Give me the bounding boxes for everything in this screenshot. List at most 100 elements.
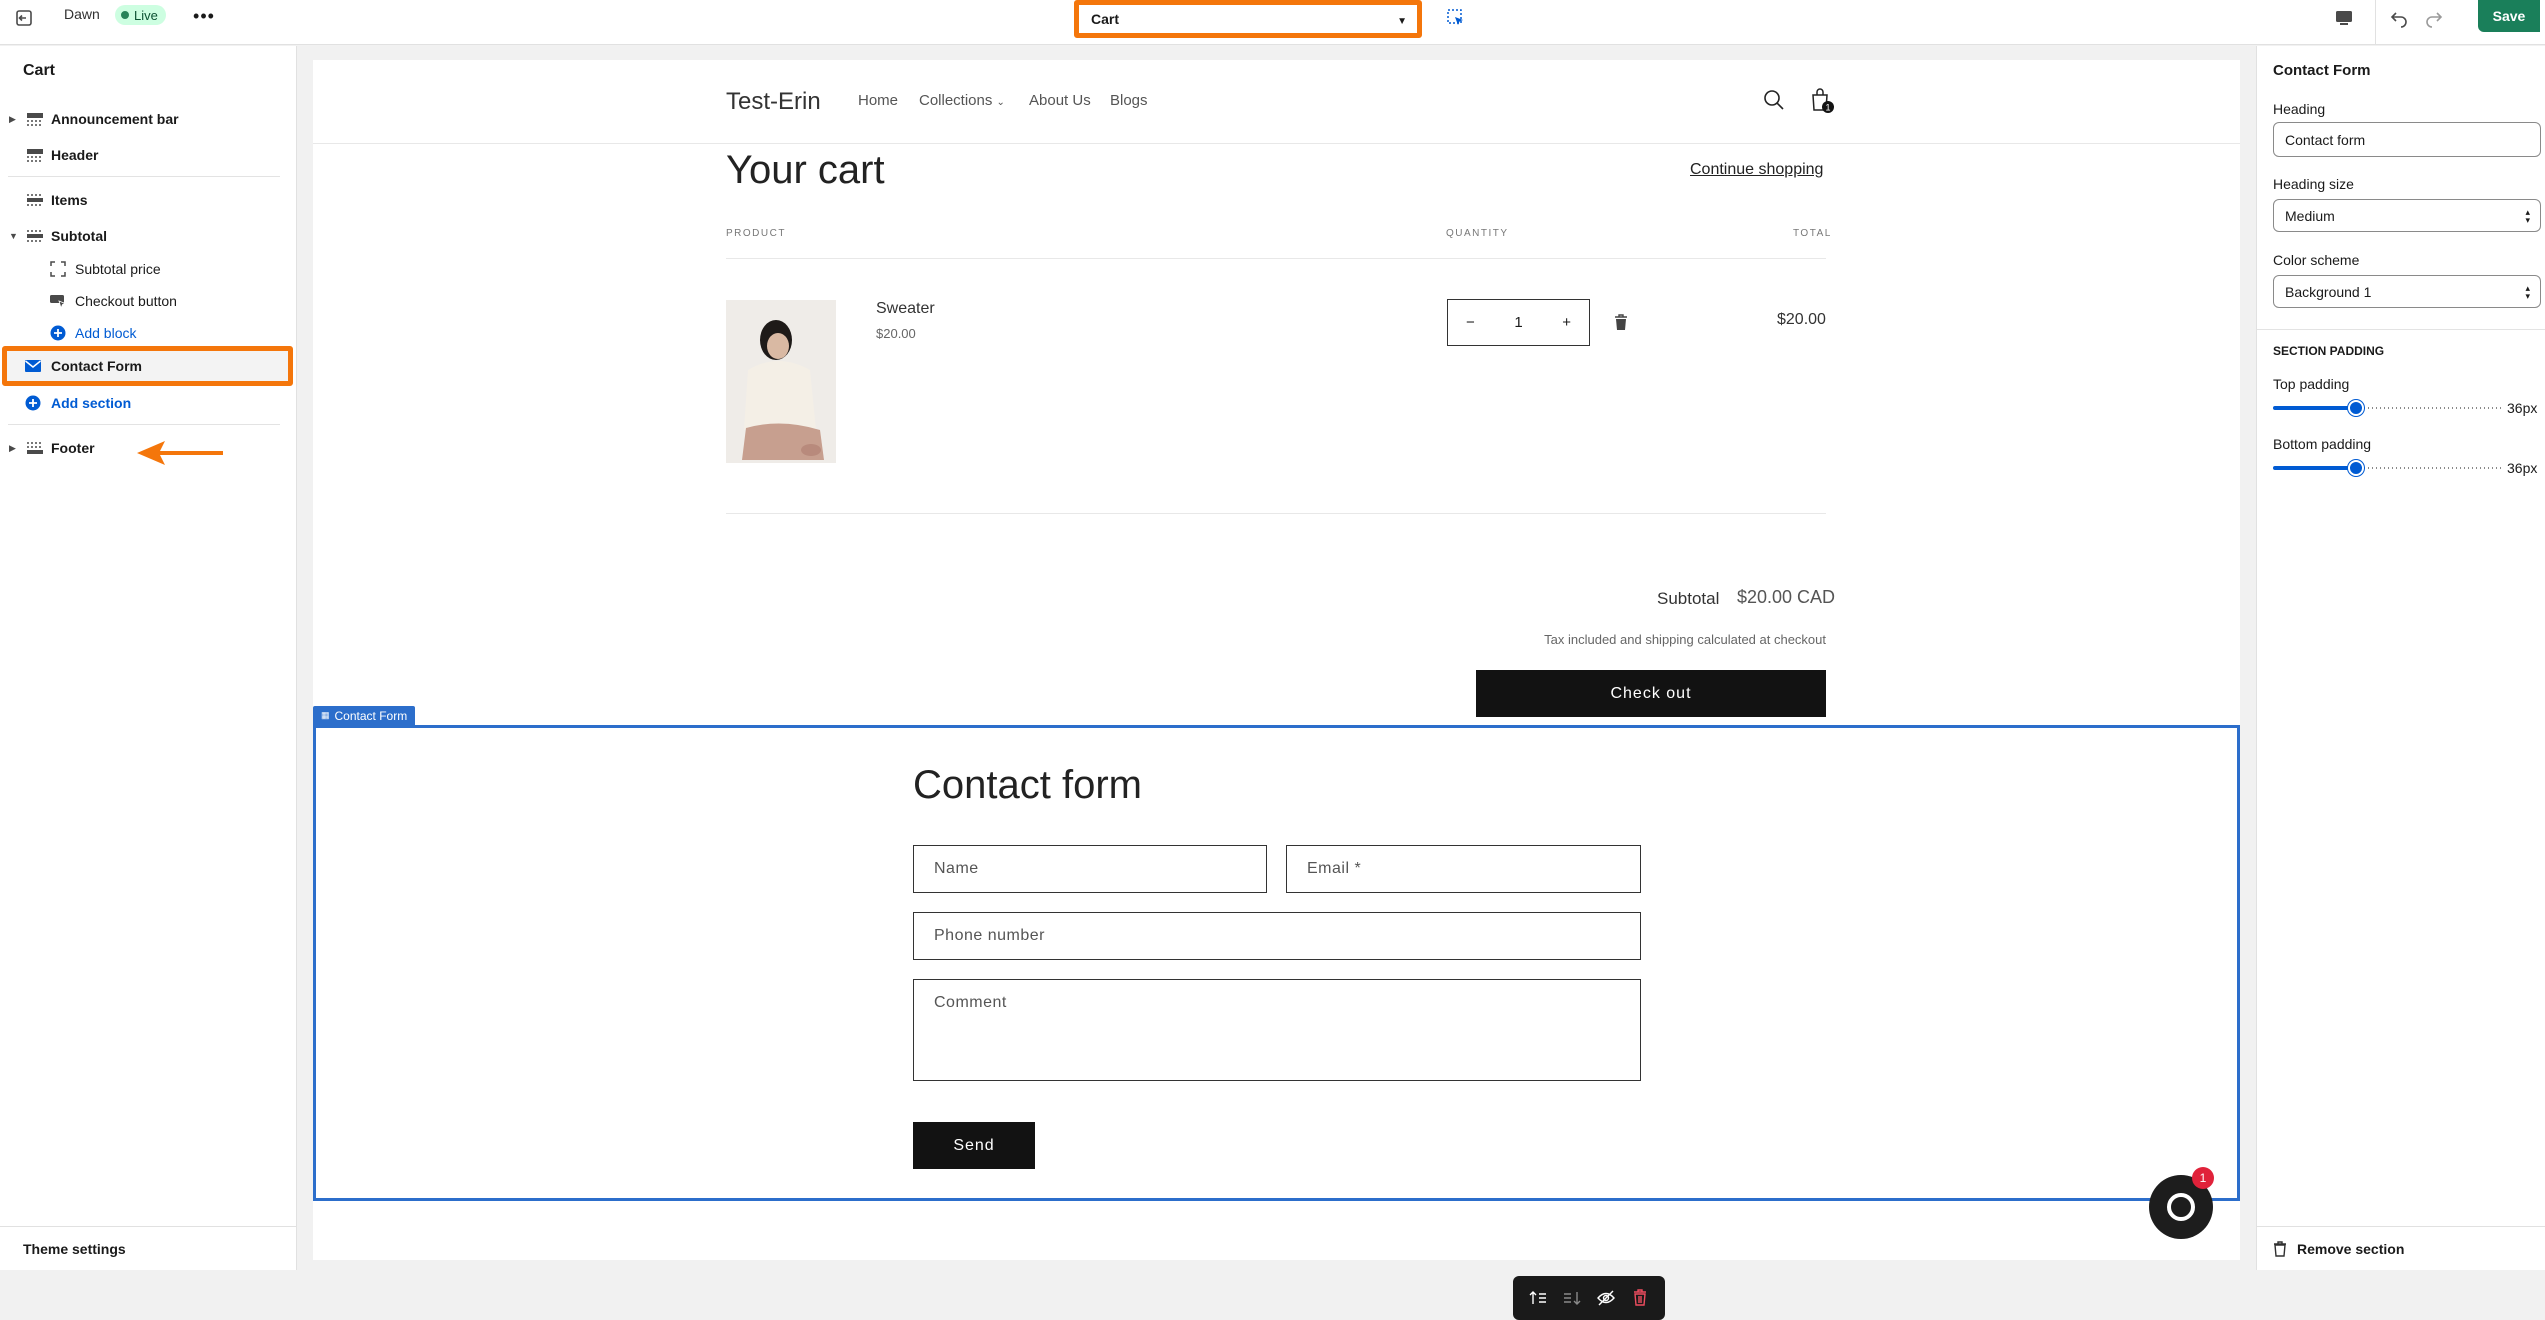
column-header-quantity: QUANTITY — [1446, 228, 1509, 239]
sidebar-item-announcement-bar[interactable]: ▶ Announcement bar — [0, 104, 280, 134]
heading-size-select[interactable]: Medium ▴ ▾ — [2273, 199, 2541, 232]
subtotal-value: $20.00 CAD — [1737, 587, 1836, 607]
header-layout-icon — [25, 147, 45, 163]
add-section-button[interactable]: Add section — [0, 388, 280, 418]
color-scheme-value: Background 1 — [2285, 283, 2372, 300]
heading-input[interactable]: Contact form — [2273, 122, 2541, 157]
nav-link-home[interactable]: Home — [858, 92, 898, 109]
section-padding-heading: SECTION PADDING — [2273, 344, 2385, 358]
remove-section-button[interactable]: Remove section — [2257, 1226, 2545, 1270]
send-button[interactable]: Send — [913, 1122, 1035, 1169]
name-field[interactable]: Name — [913, 845, 1267, 893]
section-layout-icon — [25, 192, 45, 208]
theme-settings-button[interactable]: Theme settings — [0, 1226, 297, 1270]
top-padding-slider[interactable] — [2273, 400, 2503, 416]
bottom-padding-slider[interactable] — [2273, 460, 2503, 476]
desktop-view-icon[interactable] — [2330, 4, 2358, 32]
add-section-label: Add section — [51, 395, 132, 411]
sidebar-item-items[interactable]: Items — [0, 185, 280, 215]
sidebar-item-label: Contact Form — [51, 358, 142, 374]
contact-form-title: Contact form — [913, 763, 1142, 807]
increase-quantity-button[interactable]: + — [1562, 314, 1571, 331]
sidebar-item-footer[interactable]: ▶ Footer — [0, 433, 280, 463]
delete-icon[interactable] — [1627, 1285, 1653, 1311]
theme-settings-label: Theme settings — [23, 1240, 126, 1257]
slider-thumb[interactable] — [2348, 460, 2364, 476]
product-image[interactable] — [726, 300, 836, 463]
collapse-caret-icon[interactable]: ▼ — [9, 231, 18, 241]
selected-section-outline — [313, 725, 2240, 1201]
email-field[interactable]: Email * — [1286, 845, 1641, 893]
store-header: Test-Erin Home Collections ⌄ About Us Bl… — [313, 60, 2240, 144]
plus-circle-icon — [48, 325, 68, 341]
exit-icon[interactable] — [12, 6, 36, 30]
cart-icon[interactable]: 1 — [1807, 86, 1835, 114]
undo-icon[interactable] — [2385, 4, 2413, 32]
slider-track — [2364, 467, 2503, 469]
sidebar-title: Cart — [23, 62, 56, 79]
cart-count-badge: 1 — [1825, 103, 1830, 113]
cart-title: Your cart — [726, 148, 885, 192]
live-dot-icon — [121, 11, 129, 19]
color-scheme-label: Color scheme — [2273, 252, 2360, 268]
move-down-icon[interactable] — [1559, 1285, 1585, 1311]
store-logo[interactable]: Test-Erin — [726, 88, 821, 116]
section-tag-label: Contact Form — [334, 708, 408, 723]
sidebar-item-contact-form[interactable]: Contact Form — [0, 351, 280, 381]
top-padding-label: Top padding — [2273, 376, 2350, 392]
theme-name: Dawn — [64, 6, 100, 22]
move-up-icon[interactable] — [1525, 1285, 1551, 1311]
heading-size-value: Medium — [2285, 207, 2335, 224]
heading-size-label: Heading size — [2273, 176, 2354, 192]
column-header-product: PRODUCT — [726, 228, 786, 239]
decrease-quantity-button[interactable]: − — [1466, 314, 1475, 331]
phone-field[interactable]: Phone number — [913, 912, 1641, 960]
sidebar-item-label: Checkout button — [75, 293, 177, 309]
plus-circle-icon — [23, 395, 43, 411]
topbar-divider — [2375, 0, 2376, 45]
nav-link-collections[interactable]: Collections ⌄ — [919, 92, 1005, 109]
more-actions-icon[interactable]: ••• — [192, 4, 216, 28]
button-block-icon — [48, 293, 68, 309]
inspector-icon[interactable] — [1442, 4, 1470, 32]
expand-caret-icon[interactable]: ▶ — [9, 443, 16, 454]
quantity-value[interactable]: 1 — [1514, 314, 1522, 331]
template-selector-value: Cart — [1091, 11, 1120, 27]
add-block-button[interactable]: Add block — [0, 318, 280, 348]
template-selector[interactable]: Cart ▼ — [1074, 0, 1422, 38]
search-icon[interactable] — [1762, 88, 1786, 112]
nav-link-blogs[interactable]: Blogs — [1110, 92, 1148, 109]
sidebar-item-subtotal[interactable]: ▼ Subtotal — [0, 221, 280, 251]
hide-icon[interactable] — [1593, 1285, 1619, 1311]
section-layout-icon — [25, 111, 45, 127]
column-header-total: TOTAL — [1793, 228, 1832, 239]
color-scheme-select[interactable]: Background 1 ▴ ▾ — [2273, 275, 2541, 308]
chat-notification-badge: 1 — [2192, 1167, 2214, 1189]
checkout-button[interactable]: Check out — [1476, 670, 1826, 717]
section-tag[interactable]: ▦ Contact Form — [313, 706, 416, 725]
save-button[interactable]: Save — [2478, 0, 2540, 32]
storefront-preview: Test-Erin Home Collections ⌄ About Us Bl… — [313, 60, 2240, 1320]
sidebar-item-label: Announcement bar — [51, 111, 179, 127]
slider-thumb[interactable] — [2348, 400, 2364, 416]
nav-link-label: Collections — [919, 92, 993, 109]
nav-link-about[interactable]: About Us — [1029, 92, 1091, 109]
trash-icon[interactable] — [1613, 314, 1629, 332]
sidebar-item-subtotal-price[interactable]: Subtotal price — [0, 254, 280, 284]
sidebar-item-checkout-button[interactable]: Checkout button — [0, 286, 280, 316]
slider-fill — [2273, 466, 2356, 470]
tax-note: Tax included and shipping calculated at … — [1544, 632, 1826, 647]
expand-caret-icon[interactable]: ▶ — [9, 114, 16, 125]
remove-section-label: Remove section — [2297, 1240, 2405, 1257]
comment-field[interactable]: Comment — [913, 979, 1641, 1081]
product-name[interactable]: Sweater — [876, 300, 935, 318]
sidebar-item-label: Subtotal price — [75, 261, 161, 277]
chevron-down-icon: ⌄ — [996, 97, 1005, 108]
sidebar-item-header[interactable]: Header — [0, 140, 280, 170]
continue-shopping-link[interactable]: Continue shopping — [1690, 161, 1823, 179]
sidebar-item-label: Subtotal — [51, 228, 107, 244]
add-block-label: Add block — [75, 325, 137, 341]
section-tag-icon: ▦ — [321, 710, 330, 720]
redo-icon[interactable] — [2420, 4, 2448, 32]
bottom-padding-label: Bottom padding — [2273, 436, 2372, 452]
